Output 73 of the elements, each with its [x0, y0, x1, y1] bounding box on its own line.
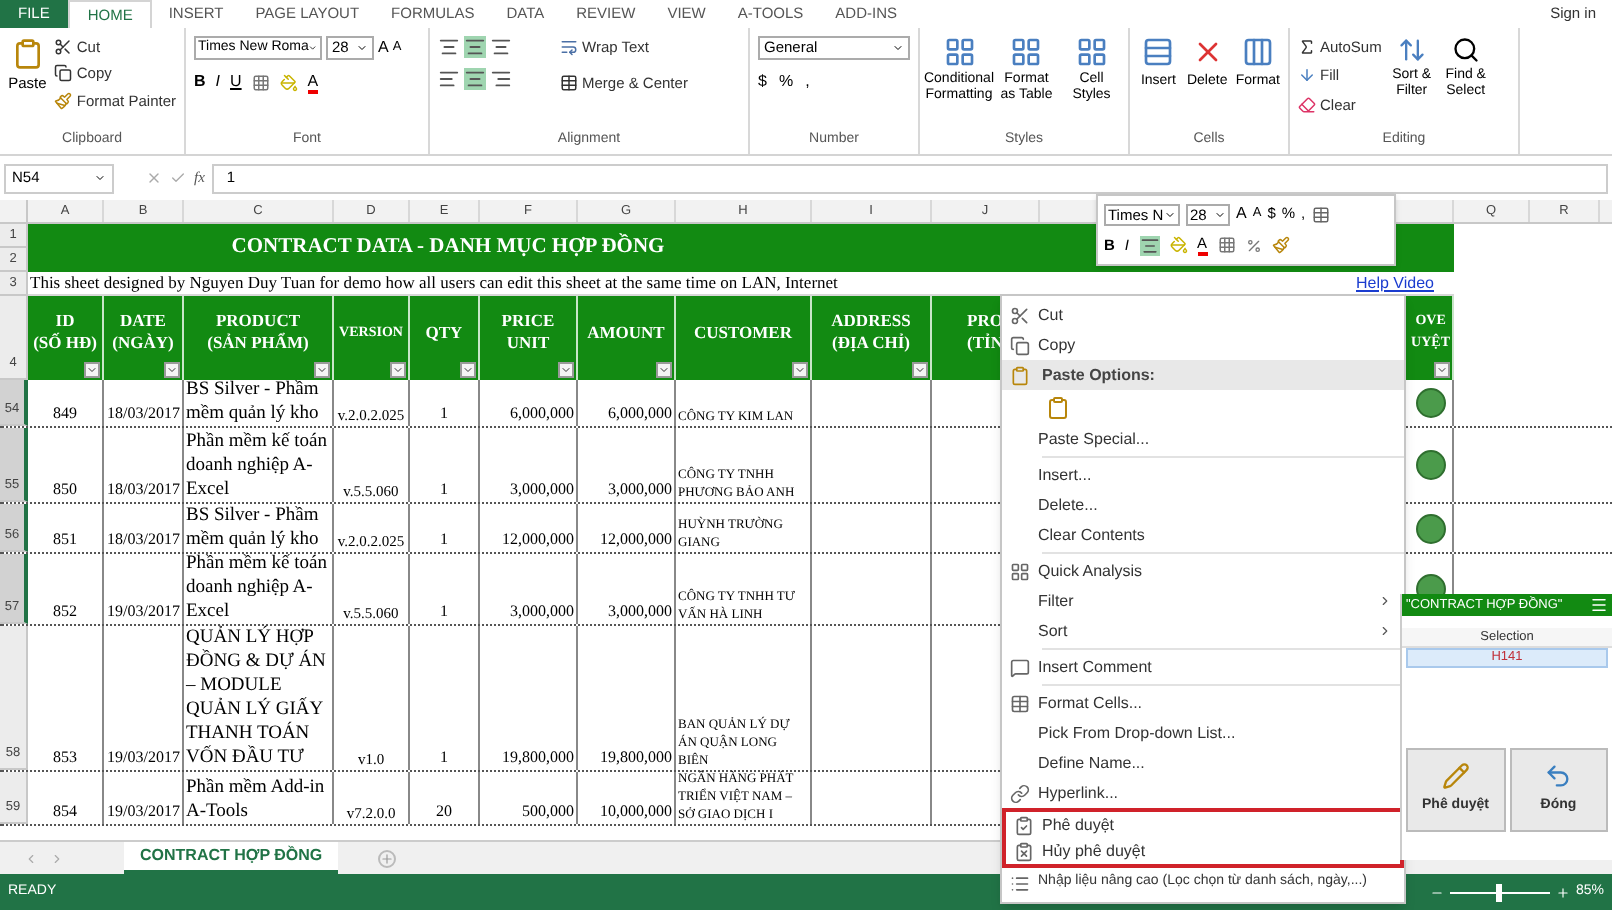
table-cell: 3,000,000 — [510, 600, 574, 624]
table-cell: 18/03/2017 — [107, 402, 180, 426]
table-cell: 850 — [53, 478, 77, 502]
grow-font-button[interactable]: A — [378, 36, 389, 60]
header-text: PRODUCT (SẢN PHẨM) — [207, 310, 309, 356]
header-text: ADDRESS (ĐỊA CHỈ) — [831, 310, 911, 356]
grow-font-button[interactable]: A — [1236, 202, 1247, 226]
menu-item[interactable]: Quick Analysis — [1002, 556, 1404, 586]
menu-item[interactable]: Hủy phê duyệt — [1002, 838, 1404, 868]
table-cell: 18/03/2017 — [107, 528, 180, 552]
menu-item[interactable]: Cut — [1002, 300, 1404, 330]
table-cell-text: Phần mềm kế toán doanh nghiệp A-Excel — [186, 430, 329, 502]
table-cell: 19/03/2017 — [107, 746, 180, 770]
table-cell: 3,000,000 — [608, 600, 672, 624]
table-cell-text: Phần mềm kế toán doanh nghiệp A-Excel — [186, 552, 329, 624]
table-cell: 1 — [440, 402, 448, 426]
table-cell: 19,800,000 — [600, 746, 672, 770]
menu-item[interactable]: Clear Contents — [1002, 520, 1404, 550]
table-cell: 20 — [436, 800, 452, 824]
bold-button[interactable]: B — [194, 70, 206, 94]
header-text: QTY — [425, 321, 463, 345]
menu-item[interactable]: Define Name... — [1002, 748, 1404, 778]
header-text: ID (SỐ HĐ) — [33, 310, 97, 356]
table-cell-text: BS Silver - Phầm mềm quản lý kho — [186, 378, 321, 426]
italic-button[interactable]: I — [215, 70, 221, 94]
table-cell: 19/03/2017 — [107, 600, 180, 624]
table-cell: 854 — [53, 800, 77, 824]
table-cell: 6,000,000 — [608, 402, 672, 426]
underline-button[interactable]: U — [230, 70, 242, 94]
header-text: DATE (NGÀY) — [112, 310, 174, 356]
table-cell: 10,000,000 — [600, 800, 672, 824]
menu-item[interactable]: Hyperlink... — [1002, 778, 1404, 808]
table-cell: 1 — [440, 600, 448, 624]
table-cell: 1 — [440, 746, 448, 770]
sheet-note: This sheet designed by Nguyen Duy Tuan for demo how all users can edit this sheet at the same time on LAN, Internet — [28, 270, 838, 296]
table-cell: 3,000,000 — [608, 478, 672, 502]
table-cell: 852 — [53, 600, 77, 624]
header-text: PRICE UNIT — [499, 310, 557, 356]
currency-button[interactable]: $ — [758, 70, 767, 94]
help-video-link[interactable]: Help Video — [1356, 271, 1454, 295]
table-cell: 12,000,000 — [600, 528, 672, 552]
table-cell: 18/03/2017 — [107, 478, 180, 502]
comma-button[interactable]: , — [805, 70, 810, 94]
menu-item[interactable]: Pick From Drop-down List... — [1002, 718, 1404, 748]
table-cell: 849 — [53, 402, 77, 426]
font-color-button[interactable]: A — [307, 71, 319, 93]
header-text: AMOUNT — [587, 321, 665, 345]
menu-item[interactable]: Insert Comment — [1002, 652, 1404, 682]
table-cell: 1 — [440, 528, 448, 552]
table-cell: 1 — [440, 478, 448, 502]
table-cell: 19/03/2017 — [107, 800, 180, 824]
table-cell: 851 — [53, 528, 77, 552]
sheet-title: CONTRACT DATA - DANH MỤC HỢP ĐỒNG — [229, 232, 667, 263]
table-cell: 3,000,000 — [510, 478, 574, 502]
table-cell: 853 — [53, 746, 77, 770]
table-cell: 19,800,000 — [502, 746, 574, 770]
table-cell: 500,000 — [522, 800, 574, 824]
sheet-tab[interactable]: CONTRACT HỢP ĐỒNG — [124, 842, 339, 874]
menu-item[interactable]: Copy — [1002, 330, 1404, 360]
menu-item[interactable]: Insert... — [1002, 460, 1404, 490]
table-cell-text: BS Silver - Phầm mềm quản lý kho — [186, 504, 321, 552]
menu-item[interactable]: Format Cells... — [1002, 688, 1404, 718]
menu-item[interactable]: Paste Special... — [1002, 424, 1404, 454]
percent-button[interactable]: % — [778, 70, 794, 94]
menu-item[interactable]: Delete... — [1002, 490, 1404, 520]
menu-item[interactable]: Filter — [1002, 586, 1404, 616]
header-text: CUSTOMER — [694, 321, 792, 345]
table-cell-text: QUẢN LÝ HỢP ĐỒNG & DỰ ÁN – MODULE QUẢN LÝ GIẤY THANH TOÁN VỐN ĐẦU TƯ — [186, 626, 328, 770]
table-cell-text: Phần mềm Add-in A-Tools — [186, 776, 327, 824]
table-cell: 12,000,000 — [502, 528, 574, 552]
menu-header: Paste Options: — [1042, 363, 1155, 387]
table-cell: 6,000,000 — [510, 402, 574, 426]
menu-item[interactable]: Sort — [1002, 616, 1404, 646]
